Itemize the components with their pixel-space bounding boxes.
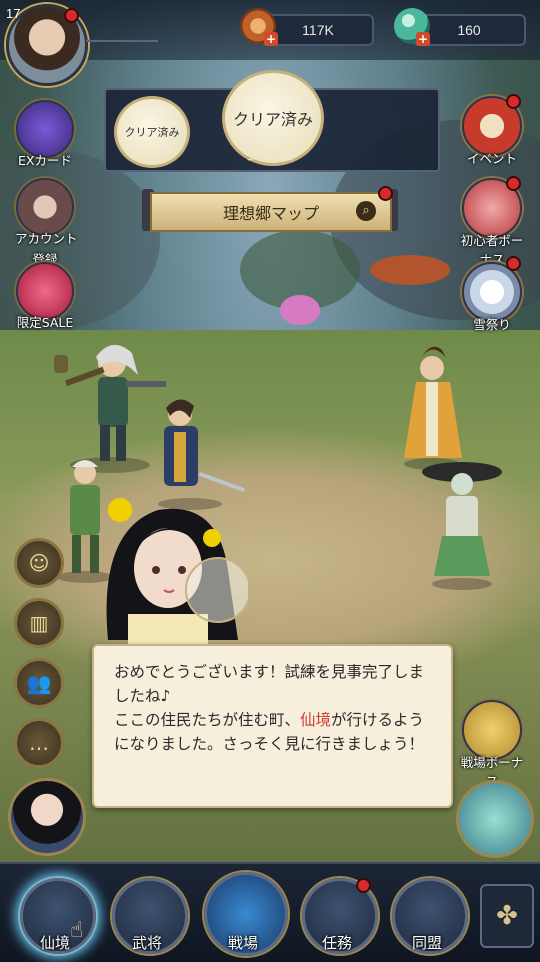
ex-card-label: EXカード bbox=[18, 153, 72, 168]
friends-icon: 👥 bbox=[26, 671, 52, 695]
map-notification-dot bbox=[378, 186, 393, 201]
mushroom-red bbox=[370, 255, 450, 285]
chat-bubble-icon: … bbox=[29, 731, 49, 755]
notification-dot bbox=[64, 8, 79, 23]
samurai-character-hat[interactable] bbox=[412, 452, 512, 592]
friends-button[interactable]: 👥 bbox=[14, 658, 64, 708]
snow-festival-button[interactable]: 雪祭り bbox=[457, 262, 527, 333]
coin-counter: 117K bbox=[262, 14, 374, 46]
main-menu-button[interactable]: ✤ bbox=[480, 884, 534, 948]
monk-character-orange[interactable] bbox=[392, 340, 482, 470]
cleared-stage-small[interactable]: クリア済み bbox=[114, 96, 190, 168]
account-register-button[interactable]: アカウント 登録 bbox=[15, 178, 78, 268]
ex-card-button[interactable]: EXカード bbox=[15, 100, 75, 169]
limited-sale-label: 限定SALE bbox=[16, 315, 74, 330]
event-notification-dot bbox=[506, 94, 521, 109]
pink-flower bbox=[280, 295, 320, 325]
narrator-lady-portrait bbox=[106, 498, 248, 650]
coin-plus-icon[interactable]: + bbox=[264, 32, 278, 46]
nav-generals-label: 武将 bbox=[131, 934, 162, 952]
player-level: 17 bbox=[6, 6, 21, 21]
chat-button[interactable]: … bbox=[14, 718, 64, 768]
dialog-text: おめでとうございます！試練を見事完了しましたね♪ ここの住民たちが住む町、仙境が… bbox=[114, 660, 436, 756]
headset-icon: ☺ bbox=[28, 551, 50, 575]
account-label: アカウント bbox=[15, 231, 78, 246]
ideal-map-button[interactable]: 理想郷マップ ⌕ bbox=[150, 192, 392, 232]
nav-missions-label: 任務 bbox=[321, 934, 352, 952]
dialog-highlight-place: 仙境 bbox=[300, 711, 332, 729]
festival-notification-dot bbox=[506, 256, 521, 271]
dialog-line-2-pre: ここの住民たちが住む町、 bbox=[114, 711, 301, 729]
chat-support-button[interactable]: ☺ bbox=[14, 538, 64, 588]
dialog-box[interactable]: おめでとうございます！試練を見事完了しましたね♪ ここの住民たちが住む町、仙境が… bbox=[92, 644, 453, 808]
cleared-large-label: クリア済み bbox=[232, 110, 313, 129]
cards-icon: ▥ bbox=[29, 611, 49, 635]
pointer-hand-icon: ☝ bbox=[70, 918, 84, 943]
jade-value: 160 bbox=[457, 22, 481, 38]
snow-festival-icon bbox=[462, 262, 522, 322]
bonus-notification-dot bbox=[506, 176, 521, 191]
four-petal-menu-icon: ✤ bbox=[496, 901, 518, 931]
beginner-bonus-button[interactable]: 初心者ボーナス bbox=[457, 178, 527, 268]
shell-treasure-button[interactable] bbox=[456, 780, 534, 858]
battlefield-bonus-button[interactable]: 戦場ボーナス bbox=[457, 700, 527, 790]
ideal-map-label: 理想郷マップ bbox=[222, 204, 319, 223]
snow-festival-label: 雪祭り bbox=[473, 317, 511, 332]
jade-plus-icon[interactable]: + bbox=[416, 32, 430, 46]
cleared-small-label: クリア済み bbox=[124, 126, 180, 139]
dialog-line-1: おめでとうございます！試練を見事完了しましたね♪ bbox=[114, 663, 425, 705]
nav-battlefield-label: 戦場 bbox=[227, 934, 258, 952]
missions-notification-dot bbox=[356, 878, 371, 893]
event-label: イベント bbox=[466, 151, 517, 166]
exp-bar bbox=[86, 40, 158, 42]
coin-value: 117K bbox=[302, 22, 334, 38]
cards-button[interactable]: ▥ bbox=[14, 598, 64, 648]
stage-name: 夢の雲 bbox=[245, 144, 294, 163]
magnifier-icon: ⌕ bbox=[356, 201, 376, 221]
gold-bag-icon bbox=[462, 700, 522, 760]
hero-portrait-button[interactable] bbox=[8, 778, 86, 856]
limited-sale-button[interactable]: 限定SALE bbox=[15, 262, 75, 331]
nav-alliance-label: 同盟 bbox=[411, 934, 442, 952]
